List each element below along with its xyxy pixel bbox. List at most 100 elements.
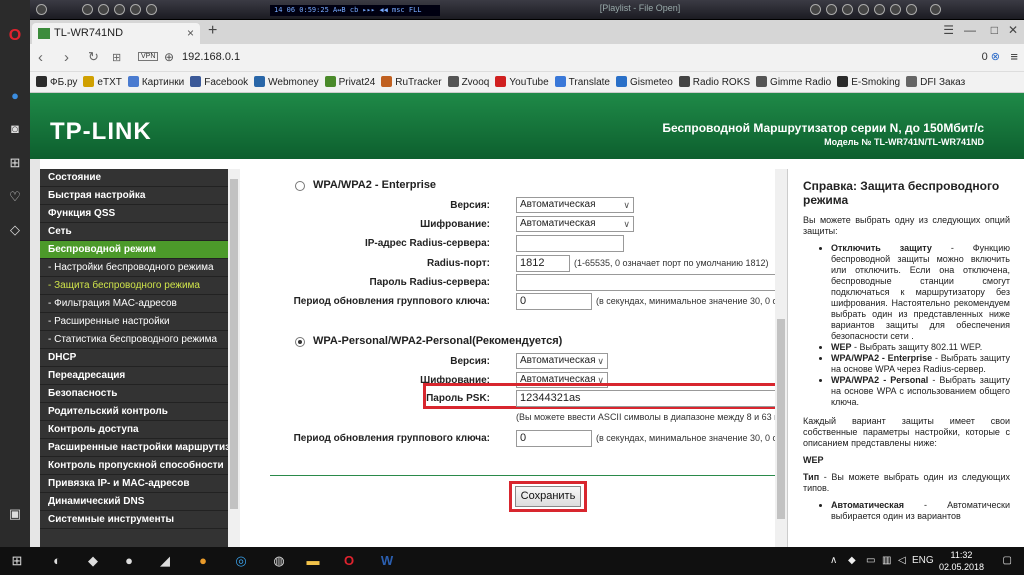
speed-dial-icon[interactable]: ⊞ xyxy=(112,51,121,64)
save-button[interactable]: Сохранить xyxy=(515,486,581,507)
enterprise-group-key-input[interactable]: 0 xyxy=(516,293,592,310)
messenger-icon[interactable]: ● xyxy=(7,88,23,104)
app-icon[interactable]: ◆ xyxy=(84,553,102,569)
menu-item[interactable]: Переадресация xyxy=(40,367,228,385)
adblock-counter[interactable]: 0 ⊗ xyxy=(982,50,1000,63)
language-indicator[interactable]: ENG xyxy=(912,555,934,566)
word-icon[interactable]: W xyxy=(378,553,396,569)
player-rewind-button[interactable] xyxy=(826,4,837,15)
vpn-badge[interactable]: VPN xyxy=(138,52,159,61)
app-icon[interactable]: ◐ xyxy=(48,553,66,569)
browser-menu-icon[interactable]: ≡ xyxy=(1010,49,1018,64)
menu-scroll-thumb[interactable] xyxy=(230,179,238,509)
player-button[interactable] xyxy=(114,4,125,15)
bookmark-item[interactable]: ФБ.ру xyxy=(36,72,77,92)
menu-item[interactable]: Расширенные настройки маршрутизации xyxy=(40,439,228,457)
clock[interactable]: 11:32 02.05.2018 xyxy=(939,549,984,573)
menu-item[interactable]: - Расширенные настройки xyxy=(40,313,228,331)
menu-item[interactable]: Беспроводной режим xyxy=(40,241,228,259)
opera-logo-icon[interactable]: O xyxy=(7,28,23,44)
notifications-icon[interactable]: ▢ xyxy=(1003,555,1012,566)
menu-item[interactable]: - Защита беспроводного режима xyxy=(40,277,228,295)
speed-dial-icon[interactable]: ⊞ xyxy=(7,155,23,171)
bookmark-item[interactable]: Translate xyxy=(554,72,610,92)
radius-port-input[interactable]: 1812 xyxy=(516,255,570,272)
volume-icon[interactable]: ◁ xyxy=(898,555,906,566)
camera-icon[interactable]: ◙ xyxy=(7,121,23,137)
content-scroll-thumb[interactable] xyxy=(777,319,785,519)
player-eject-button[interactable] xyxy=(906,4,917,15)
tab-menu-icon[interactable]: ☰ xyxy=(943,23,954,37)
bookmark-item[interactable]: YouTube xyxy=(495,72,549,92)
menu-item[interactable]: DHCP xyxy=(40,349,228,367)
opera-taskbar-icon[interactable]: O xyxy=(340,553,358,569)
tab-router[interactable]: TL-WR741ND × xyxy=(32,23,200,44)
app-icon[interactable]: ◍ xyxy=(270,553,288,569)
enterprise-version-select[interactable]: Автоматическая ∨ xyxy=(516,197,634,213)
new-tab-button[interactable]: + xyxy=(208,22,217,40)
menu-item[interactable]: Контроль доступа xyxy=(40,421,228,439)
minimize-icon[interactable]: — xyxy=(964,23,976,37)
player-pause-button[interactable] xyxy=(858,4,869,15)
player-play-button[interactable] xyxy=(842,4,853,15)
tray-chevron-icon[interactable]: ∧ xyxy=(830,555,837,566)
player-next-button[interactable] xyxy=(890,4,901,15)
menu-item[interactable]: - Фильтрация MAC-адресов xyxy=(40,295,228,313)
personal-group-key-input[interactable]: 0 xyxy=(516,430,592,447)
enterprise-cipher-select[interactable]: Автоматическая ∨ xyxy=(516,216,634,232)
player-volume-button[interactable] xyxy=(930,4,941,15)
enterprise-radio[interactable] xyxy=(295,181,305,191)
player-button[interactable] xyxy=(36,4,47,15)
folder-icon[interactable]: ▬ xyxy=(304,553,322,569)
bookmark-item[interactable]: Privat24 xyxy=(324,72,375,92)
app-icon[interactable]: ◎ xyxy=(232,553,250,569)
player-stop-button[interactable] xyxy=(874,4,885,15)
app-icon[interactable]: ● xyxy=(194,553,212,569)
content-scrollbar[interactable] xyxy=(775,169,787,547)
menu-item[interactable]: Состояние xyxy=(40,169,228,187)
menu-item[interactable]: Системные инструменты xyxy=(40,511,228,529)
heart-icon[interactable]: ♡ xyxy=(7,189,23,205)
menu-item[interactable]: Сеть xyxy=(40,223,228,241)
bookmark-item[interactable]: E-Smoking xyxy=(837,72,900,92)
personal-radio[interactable] xyxy=(295,337,305,347)
menu-item[interactable]: Безопасность xyxy=(40,385,228,403)
menu-item[interactable]: Быстрая настройка xyxy=(40,187,228,205)
psk-input[interactable]: 12344321as xyxy=(516,390,776,407)
start-icon[interactable]: ⊞ xyxy=(8,553,26,569)
sidebar-toggle-icon[interactable]: ▣ xyxy=(7,506,23,522)
personal-version-select[interactable]: Автоматическая ∨ xyxy=(516,353,608,369)
bookmark-item[interactable]: Gismeteo xyxy=(616,72,673,92)
menu-item[interactable]: Функция QSS xyxy=(40,205,228,223)
bookmark-item[interactable]: DFI Заказ xyxy=(906,72,965,92)
menu-item[interactable]: - Настройки беспроводного режима xyxy=(40,259,228,277)
radius-ip-input[interactable] xyxy=(516,235,624,252)
bookmark-item[interactable]: Gimme Radio xyxy=(756,72,831,92)
bookmark-item[interactable]: Radio ROKS xyxy=(678,72,750,92)
close-tab-icon[interactable]: × xyxy=(187,26,194,40)
player-button[interactable] xyxy=(82,4,93,15)
url-input[interactable]: 192.168.0.1 xyxy=(182,51,240,63)
maximize-icon[interactable]: □ xyxy=(991,23,998,37)
menu-item[interactable]: Динамический DNS xyxy=(40,493,228,511)
back-icon[interactable]: ‹ xyxy=(38,49,43,66)
menu-item[interactable]: Родительский контроль xyxy=(40,403,228,421)
app-icon[interactable]: ● xyxy=(120,553,138,569)
cube-icon[interactable]: ◇ xyxy=(7,222,23,238)
battery-icon[interactable]: ▭ xyxy=(866,555,875,566)
network-icon[interactable]: ▥ xyxy=(882,555,891,566)
bookmark-item[interactable]: RuTracker xyxy=(381,72,442,92)
bookmark-item[interactable]: Facebook xyxy=(190,72,248,92)
menu-item[interactable]: Привязка IP- и MAC-адресов xyxy=(40,475,228,493)
menu-item[interactable]: - Статистика беспроводного режима xyxy=(40,331,228,349)
player-prev-button[interactable] xyxy=(810,4,821,15)
menu-scrollbar[interactable] xyxy=(228,169,240,547)
bookmark-item[interactable]: Webmoney xyxy=(254,72,319,92)
player-button[interactable] xyxy=(98,4,109,15)
tray-app-icon[interactable]: ◆ xyxy=(848,555,856,566)
player-button[interactable] xyxy=(146,4,157,15)
player-button[interactable] xyxy=(130,4,141,15)
bookmark-item[interactable]: Zvooq xyxy=(447,72,489,92)
reload-icon[interactable]: ↻ xyxy=(88,49,99,65)
bookmark-item[interactable]: Картинки xyxy=(127,72,184,92)
